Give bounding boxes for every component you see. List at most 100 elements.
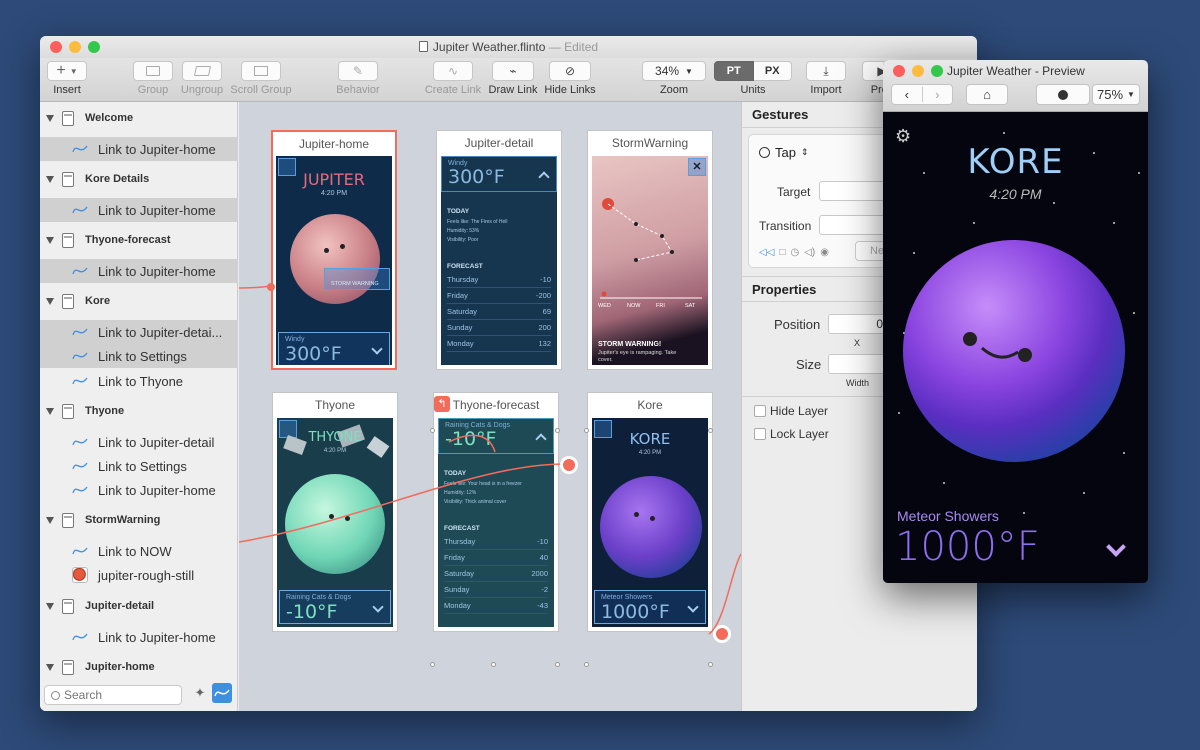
image-thumbnail-icon — [72, 567, 88, 583]
layer-group-row[interactable]: Jupiter-home — [40, 655, 238, 679]
group-button[interactable] — [133, 61, 173, 81]
preview-zoom-select[interactable]: 75% ▼ — [1092, 84, 1140, 105]
draw-link-tool[interactable]: ⌁ Draw Link — [488, 61, 538, 96]
create-link-tool[interactable]: ∿ Create Link — [422, 61, 484, 96]
rewind-icon[interactable]: ◁◁ — [759, 247, 774, 258]
layer-link-row[interactable]: Link to Jupiter-detail — [40, 430, 238, 454]
resize-handle[interactable] — [491, 662, 496, 667]
layer-link-row[interactable]: Link to NOW — [40, 539, 238, 563]
ungroup-button[interactable] — [182, 61, 222, 81]
import-tool[interactable]: ⤓ Import — [806, 61, 846, 96]
layer-link-row[interactable]: Link to Settings — [40, 454, 238, 478]
hide-links-tool[interactable]: ⊘ Hide Links — [542, 61, 598, 96]
import-button[interactable]: ⤓ — [806, 61, 846, 81]
record-button[interactable] — [1036, 84, 1090, 105]
chevron-down-icon[interactable] — [1106, 537, 1126, 557]
behavior-tool[interactable]: ✎ Behavior — [336, 61, 380, 96]
layer-label: Link to Jupiter-home — [98, 629, 216, 645]
width-field[interactable] — [828, 354, 888, 374]
ungroup-tool[interactable]: Ungroup — [178, 61, 226, 96]
resize-handle[interactable] — [708, 662, 713, 667]
resize-handle[interactable] — [430, 662, 435, 667]
layer-link-row[interactable]: Link to Jupiter-home — [40, 137, 238, 161]
forward-button[interactable]: › — [923, 87, 953, 102]
units-tool[interactable]: PT PX Units — [713, 61, 793, 96]
link-endpoint[interactable] — [267, 283, 275, 291]
create-link-button[interactable]: ∿ — [433, 61, 473, 81]
layer-group-row[interactable]: Kore Details — [40, 167, 238, 191]
timer-icon[interactable]: ◷ — [790, 247, 799, 258]
zoom-select[interactable]: 34% ▼ — [642, 61, 706, 81]
minimize-window-button[interactable] — [912, 65, 924, 77]
link-handle[interactable] — [560, 456, 578, 474]
layer-group-row[interactable]: Thyone-forecast — [40, 228, 238, 252]
star-decoration — [1003, 132, 1005, 134]
star-decoration — [1083, 492, 1085, 494]
square-icon[interactable]: □ — [779, 247, 785, 258]
hide-links-button[interactable]: ⊘ — [549, 61, 591, 81]
layer-group-row[interactable]: Thyone — [40, 399, 238, 423]
layer-group-row[interactable]: Welcome — [40, 106, 238, 130]
resize-handle[interactable] — [555, 428, 560, 433]
layer-image-row[interactable]: jupiter-rough-still — [40, 563, 238, 587]
magic-wand-icon[interactable]: ✦ — [190, 683, 210, 703]
zoom-window-button[interactable] — [931, 65, 943, 77]
close-window-button[interactable] — [893, 65, 905, 77]
design-canvas[interactable]: Jupiter-home JUPITER 4:20 PM STORM WARNI… — [239, 102, 741, 711]
target-icon[interactable]: ◉ — [820, 247, 829, 258]
draw-link-button[interactable]: ⌁ — [492, 61, 534, 81]
resize-handle[interactable] — [584, 428, 589, 433]
preview-screen[interactable]: ⚙ KORE 4:20 PM Meteor Showers 1000°F — [883, 112, 1148, 583]
disclosure-triangle-icon[interactable] — [46, 516, 54, 524]
units-segmented-control[interactable]: PT PX — [714, 61, 792, 81]
scroll-group-button[interactable] — [241, 61, 281, 81]
layer-label: Link to Settings — [98, 458, 187, 474]
gesture-select[interactable]: Tap ⇕ — [759, 145, 809, 160]
disclosure-triangle-icon[interactable] — [46, 114, 54, 122]
resize-handle[interactable] — [584, 662, 589, 667]
unit-pt-button[interactable]: PT — [714, 61, 754, 81]
hide-layer-checkbox[interactable] — [754, 405, 766, 417]
disclosure-triangle-icon[interactable] — [46, 297, 54, 305]
behavior-button[interactable]: ✎ — [338, 61, 378, 81]
layer-link-row[interactable]: Link to Jupiter-home — [40, 625, 238, 649]
layer-group-row[interactable]: StormWarning — [40, 508, 238, 532]
layer-link-row[interactable]: Link to Jupiter-home — [40, 198, 238, 222]
minimize-window-button[interactable] — [69, 41, 81, 53]
close-window-button[interactable] — [50, 41, 62, 53]
search-input[interactable] — [64, 688, 164, 702]
resize-handle[interactable] — [708, 428, 713, 433]
insert-button[interactable]: + ▼ — [47, 61, 87, 81]
disclosure-triangle-icon[interactable] — [46, 663, 54, 671]
layer-link-row[interactable]: Link to Jupiter-home — [40, 478, 238, 502]
chevron-down-icon: ▼ — [685, 66, 693, 76]
layer-link-row[interactable]: Link to Jupiter-detai... — [40, 320, 238, 344]
zoom-window-button[interactable] — [88, 41, 100, 53]
layer-link-row[interactable]: Link to Thyone — [40, 369, 238, 393]
unit-px-button[interactable]: PX — [753, 61, 792, 81]
insert-tool[interactable]: + ▼ Insert — [46, 61, 88, 96]
scroll-group-tool[interactable]: Scroll Group — [230, 61, 292, 96]
disclosure-triangle-icon[interactable] — [46, 236, 54, 244]
resize-handle[interactable] — [555, 662, 560, 667]
layer-group-row[interactable]: Kore — [40, 289, 238, 313]
layer-link-row[interactable]: Link to Settings — [40, 344, 238, 368]
layer-group-row[interactable]: Jupiter-detail — [40, 594, 238, 618]
sound-icon[interactable]: ◁) — [804, 247, 815, 258]
resize-handle[interactable] — [430, 428, 435, 433]
lock-layer-checkbox[interactable] — [754, 428, 766, 440]
link-handle[interactable] — [713, 625, 731, 643]
zoom-tool[interactable]: 34% ▼ Zoom — [641, 61, 707, 96]
disclosure-triangle-icon[interactable] — [46, 175, 54, 183]
disclosure-triangle-icon[interactable] — [46, 407, 54, 415]
layer-link-row[interactable]: Link to Jupiter-home — [40, 259, 238, 283]
page-icon — [62, 110, 74, 126]
disclosure-triangle-icon[interactable] — [46, 602, 54, 610]
group-tool[interactable]: Group — [132, 61, 174, 96]
position-x-field[interactable] — [828, 314, 888, 334]
show-links-toggle[interactable] — [212, 683, 232, 703]
back-button[interactable]: ‹ — [892, 87, 923, 102]
link-curve-icon — [72, 462, 88, 470]
search-box[interactable] — [44, 685, 182, 705]
home-button[interactable]: ⌂ — [966, 84, 1008, 105]
